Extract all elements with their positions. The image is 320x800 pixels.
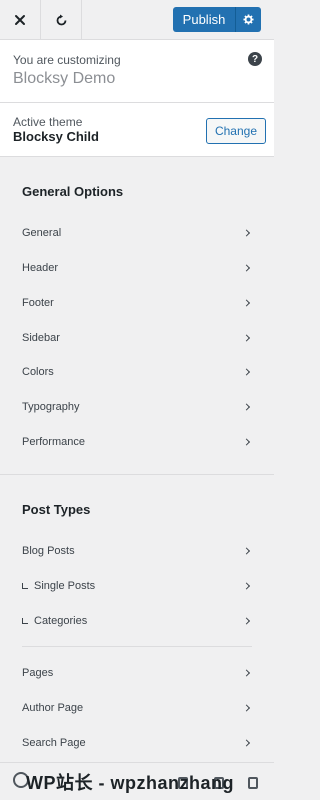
chevron-right-icon bbox=[242, 582, 251, 590]
chevron-right-icon bbox=[242, 368, 251, 376]
mobile-preview-icon[interactable] bbox=[248, 777, 258, 789]
chevron-right-icon bbox=[242, 403, 251, 411]
chevron-right-icon bbox=[242, 669, 251, 677]
menu-item-label: Typography bbox=[22, 401, 80, 413]
publish-group: Publish bbox=[173, 7, 261, 32]
chevron-right-icon bbox=[242, 739, 251, 747]
publish-settings-button[interactable] bbox=[235, 7, 261, 32]
publish-button[interactable]: Publish bbox=[173, 7, 235, 32]
active-theme-name: Blocksy Child bbox=[13, 129, 99, 144]
sub-item-marker-icon bbox=[22, 618, 28, 624]
menu-item-label: General bbox=[22, 227, 62, 239]
section-divider bbox=[0, 474, 274, 475]
undo-button[interactable] bbox=[41, 0, 82, 40]
close-icon bbox=[15, 15, 25, 25]
undo-icon bbox=[56, 14, 66, 25]
menu-item-colors[interactable]: Colors bbox=[0, 356, 274, 388]
chevron-right-icon bbox=[242, 704, 251, 712]
chevron-right-icon bbox=[242, 264, 251, 272]
close-button[interactable] bbox=[0, 0, 41, 40]
watermark: WP站长 - wpzhanzhang bbox=[26, 773, 234, 793]
menu-item-label: Footer bbox=[22, 297, 54, 309]
chevron-right-icon bbox=[242, 229, 251, 237]
menu-item-sidebar[interactable]: Sidebar bbox=[0, 322, 274, 354]
chevron-right-icon bbox=[242, 547, 251, 555]
gear-icon bbox=[243, 14, 254, 25]
menu-item-label: Author Page bbox=[22, 702, 84, 714]
customizer-footer: WP站长 - wpzhanzhang bbox=[0, 762, 274, 800]
menu-item-search-page[interactable]: Search Page bbox=[0, 727, 274, 759]
customizer-header: Publish bbox=[0, 0, 274, 40]
active-theme-panel: Active theme Blocksy Child Change bbox=[0, 103, 274, 157]
sub-item-marker-icon bbox=[22, 583, 28, 589]
help-icon[interactable]: ? bbox=[248, 52, 262, 66]
general-options-heading: General Options bbox=[22, 184, 124, 199]
menu-item-header[interactable]: Header bbox=[0, 252, 274, 284]
chevron-right-icon bbox=[242, 617, 251, 625]
site-title: Blocksy Demo bbox=[13, 70, 116, 87]
menu-item-label: Blog Posts bbox=[22, 545, 75, 557]
group-divider bbox=[22, 646, 252, 647]
chevron-right-icon bbox=[242, 299, 251, 307]
menu-item-label: Pages bbox=[22, 667, 54, 679]
menu-item-label: Header bbox=[22, 262, 59, 274]
customizing-label: You are customizing bbox=[13, 53, 121, 67]
menu-item-label: Categories bbox=[34, 615, 88, 627]
menu-item-author-page[interactable]: Author Page bbox=[0, 692, 274, 724]
menu-item-categories[interactable]: Categories bbox=[0, 605, 274, 637]
menu-item-blog-posts[interactable]: Blog Posts bbox=[0, 535, 274, 567]
change-theme-button[interactable]: Change bbox=[206, 118, 266, 144]
customizing-info: You are customizing Blocksy Demo ? bbox=[0, 40, 274, 103]
menu-item-general[interactable]: General bbox=[0, 217, 274, 249]
menu-item-label: Sidebar bbox=[22, 332, 60, 344]
menu-item-label: Single Posts bbox=[34, 580, 96, 592]
active-theme-label: Active theme bbox=[13, 115, 83, 129]
menu-item-single-posts[interactable]: Single Posts bbox=[0, 570, 274, 602]
menu-item-pages[interactable]: Pages bbox=[0, 657, 274, 689]
menu-item-performance[interactable]: Performance bbox=[0, 426, 274, 458]
menu-item-label: Search Page bbox=[22, 737, 86, 749]
menu-item-typography[interactable]: Typography bbox=[0, 391, 274, 423]
menu-item-label: Performance bbox=[22, 436, 85, 448]
chevron-right-icon bbox=[242, 334, 251, 342]
menu-item-label: Colors bbox=[22, 366, 54, 378]
menu-item-footer[interactable]: Footer bbox=[0, 287, 274, 319]
post-types-heading: Post Types bbox=[22, 502, 91, 517]
chevron-right-icon bbox=[242, 438, 251, 446]
